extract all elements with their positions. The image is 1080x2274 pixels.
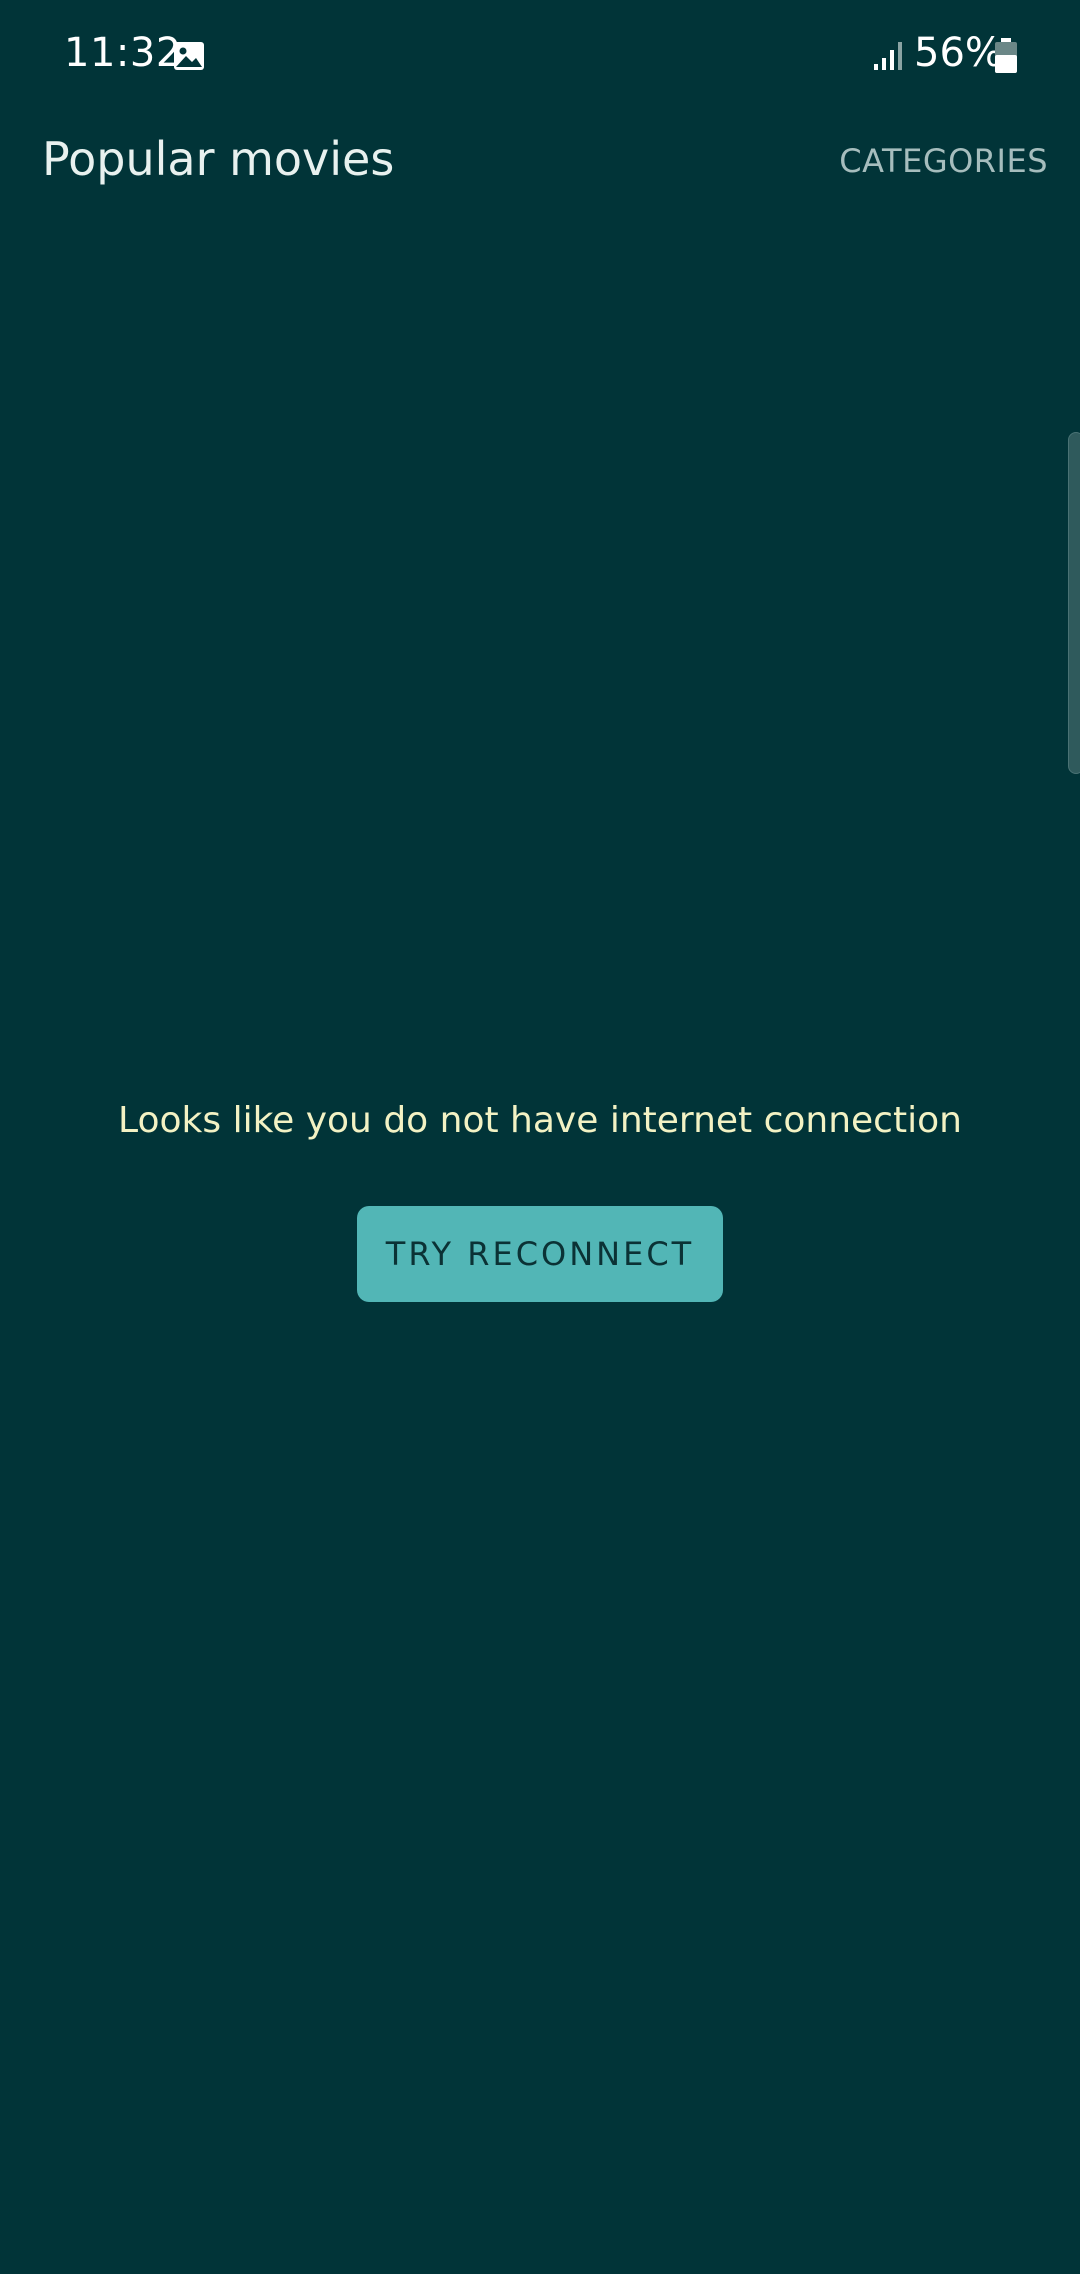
scroll-handle[interactable] bbox=[1068, 432, 1080, 774]
status-time: 11:32 bbox=[64, 30, 182, 76]
battery-icon bbox=[995, 38, 1017, 73]
page-title: Popular movies bbox=[42, 132, 395, 186]
try-reconnect-button[interactable]: TRY RECONNECT bbox=[357, 1206, 723, 1302]
battery-percentage: 56% bbox=[914, 30, 1003, 76]
no-connection-message: Looks like you do not have internet conn… bbox=[118, 1100, 962, 1141]
gallery-icon bbox=[174, 42, 204, 70]
app-bar: Popular movies CATEGORIES bbox=[0, 116, 1080, 208]
categories-button[interactable]: CATEGORIES bbox=[839, 142, 1048, 180]
status-bar: 11:32 56% bbox=[0, 0, 1080, 116]
signal-icon bbox=[874, 42, 902, 70]
